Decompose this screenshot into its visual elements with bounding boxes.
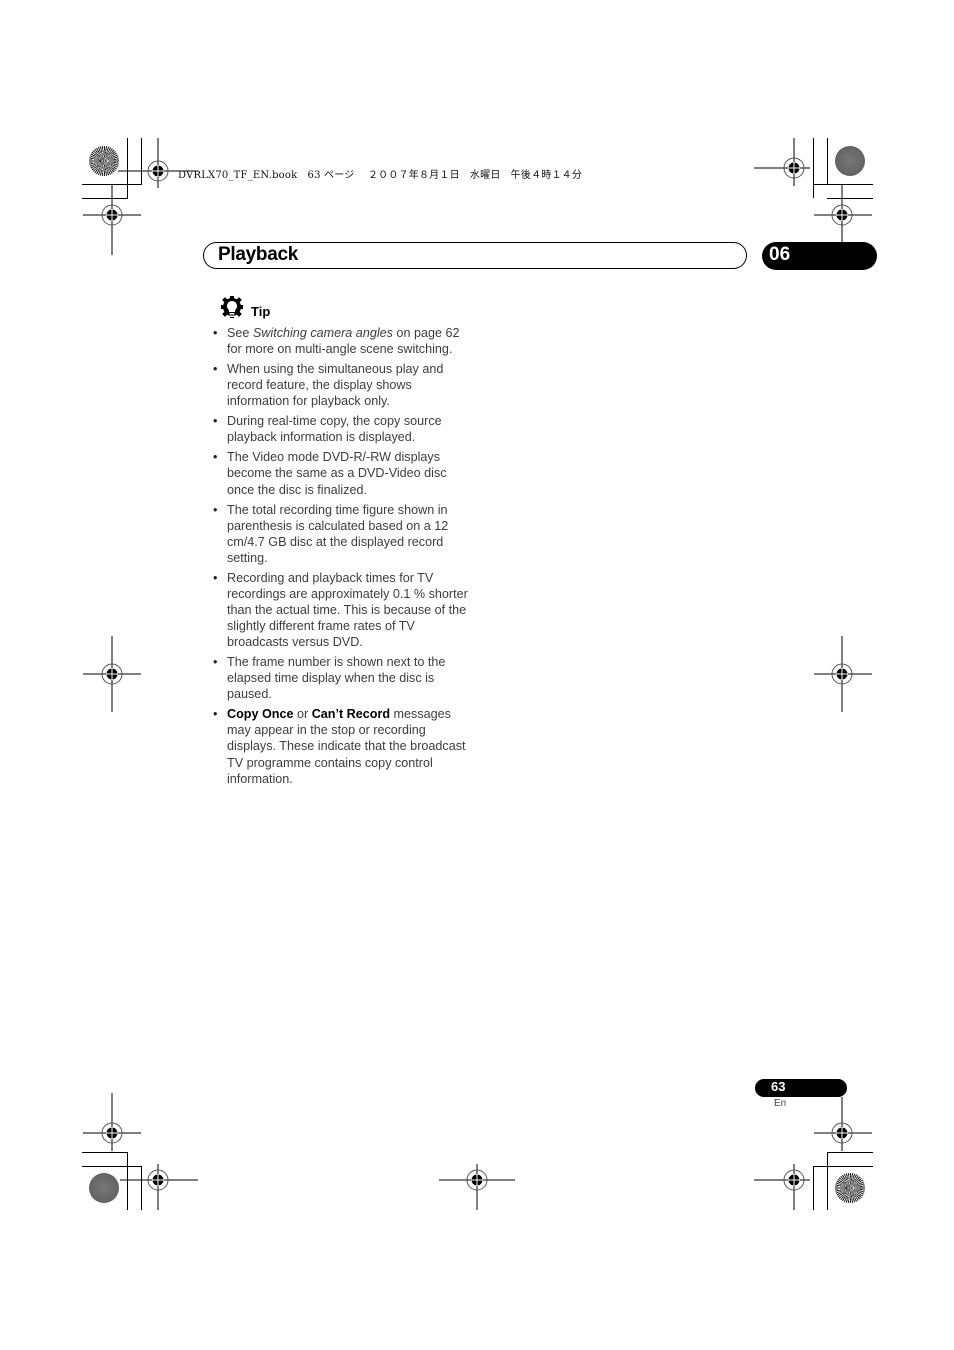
print-slug-filename: DVRLX70_TF_EN.book	[178, 170, 298, 181]
section-title: Playback	[218, 244, 298, 265]
tip-list: See Switching camera angles on page 62 f…	[213, 325, 473, 791]
section-header-bar: Playback	[203, 242, 747, 269]
tip-text: Recording and playback times for TV reco…	[227, 570, 468, 650]
tip-item: The frame number is shown next to the el…	[213, 654, 473, 702]
tip-text: The total recording time figure shown in…	[227, 502, 449, 565]
message-name-text: Copy Once	[227, 707, 294, 722]
tip-item: When using the simultaneous play and rec…	[213, 361, 473, 409]
gray-target-icon	[835, 146, 865, 176]
print-slug: DVRLX70_TF_EN.book 63 ページ ２００７年８月１日 水曜日 …	[178, 166, 582, 181]
print-slug-date: ２００７年８月１日	[367, 170, 460, 181]
tip-item: Copy Once or Can’t Record messages may a…	[213, 706, 473, 786]
registration-mark-icon	[83, 185, 141, 255]
tip-item: The total recording time figure shown in…	[213, 502, 473, 566]
tip-text: During real-time copy, the copy source p…	[227, 414, 442, 445]
chapter-number: 06	[769, 244, 791, 265]
tip-item: The Video mode DVD-R/-RW displays become…	[213, 449, 473, 497]
print-slug-time: 午後４時１４分	[510, 170, 583, 181]
registration-mark-icon	[439, 1164, 515, 1210]
tip-text: The Video mode DVD-R/-RW displays become…	[227, 450, 447, 497]
color-bar-target-icon	[835, 1173, 865, 1203]
tip-item: Recording and playback times for TV reco…	[213, 570, 473, 650]
registration-mark-icon	[814, 636, 872, 712]
page-language: En	[774, 1098, 787, 1109]
registration-mark-icon	[754, 1164, 810, 1210]
chapter-tab: 06	[762, 242, 877, 270]
tip-label: Tip	[251, 303, 271, 319]
tip-text: The frame number is shown next to the el…	[227, 655, 446, 702]
print-slug-page: 63	[307, 170, 321, 181]
tip-text: or	[293, 707, 312, 722]
print-slug-weekday: 水曜日	[469, 170, 501, 181]
tip-item: See Switching camera angles on page 62 f…	[213, 325, 473, 357]
print-slug-page-word: ページ	[324, 170, 355, 181]
tip-text: See	[227, 326, 253, 340]
gray-target-icon	[89, 1173, 119, 1203]
cross-reference-text: Switching camera angles	[252, 326, 393, 340]
color-bar-target-icon	[89, 146, 119, 176]
registration-mark-icon	[83, 636, 141, 712]
lightbulb-gear-icon	[221, 296, 243, 318]
page-number-tab: 63	[755, 1079, 847, 1097]
tip-item: During real-time copy, the copy source p…	[213, 413, 473, 445]
tip-text: When using the simultaneous play and rec…	[227, 362, 444, 409]
tip-heading: Tip	[219, 295, 270, 321]
page-number: 63	[771, 1079, 786, 1094]
registration-mark-icon	[120, 1164, 198, 1210]
message-name-text: Can’t Record	[311, 707, 391, 722]
